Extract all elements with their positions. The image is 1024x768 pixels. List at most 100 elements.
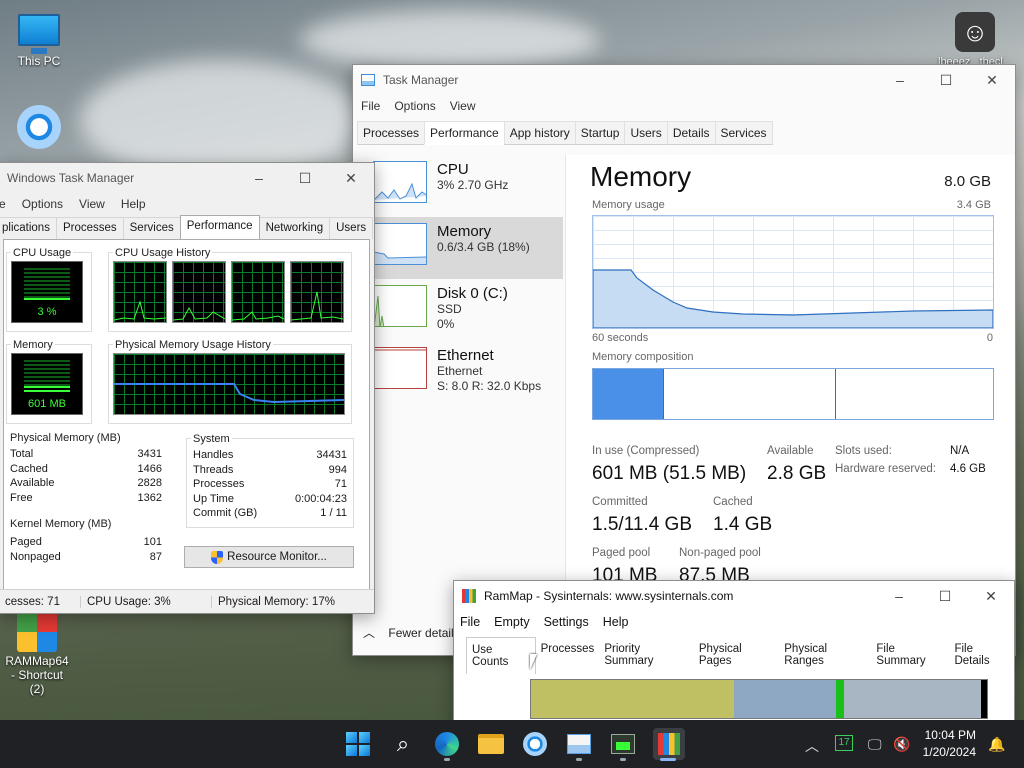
- minimize-button[interactable]: –: [876, 581, 922, 611]
- perf-item-ethernet[interactable]: Ethernet Ethernet S: 8.0 R: 32.0 Kbps: [353, 341, 563, 403]
- memory-heading: Memory: [590, 161, 692, 192]
- tab-details[interactable]: Details: [666, 121, 716, 145]
- tab-use-counts[interactable]: Use Counts: [466, 637, 536, 674]
- clock[interactable]: 10:04 PM 1/20/2024: [923, 727, 976, 761]
- committed-label: Committed: [592, 496, 648, 508]
- tab-file-details[interactable]: File Details: [949, 637, 1014, 674]
- kv-row: Processes 71: [193, 478, 347, 491]
- desktop-icon-this-pc[interactable]: This PC: [4, 8, 74, 68]
- desktop-icon-rammap[interactable]: RAMMap64 - Shortcut (2): [2, 612, 72, 696]
- menu-view[interactable]: View: [79, 197, 105, 211]
- tab-users[interactable]: Users: [624, 121, 668, 145]
- committed-value: 1.5/11.4 GB: [592, 514, 692, 535]
- menu-empty[interactable]: Empty: [494, 615, 529, 629]
- close-button[interactable]: ✕: [968, 581, 1014, 611]
- menu-view[interactable]: View: [450, 99, 476, 113]
- nonpaged-pool-label: Non-paged pool: [679, 547, 761, 559]
- window-title: Windows Task Manager: [7, 171, 135, 185]
- tab-users[interactable]: Users: [329, 217, 374, 239]
- menu-help[interactable]: Help: [121, 197, 146, 211]
- rammap-window: RamMap - Sysinternals: www.sysinternals.…: [453, 580, 1015, 730]
- perf-item-memory[interactable]: Memory 0.6/3.4 GB (18%): [353, 217, 563, 279]
- bar-segment: [531, 680, 735, 718]
- volume-muted-icon[interactable]: 🔇: [893, 736, 910, 753]
- rammap-taskbar-icon[interactable]: [653, 728, 685, 760]
- bar-segment: [981, 680, 987, 718]
- clock-date: 1/20/2024: [922, 745, 976, 759]
- perf-item-cpu[interactable]: CPU 3% 2.70 GHz: [353, 155, 563, 217]
- perf-item-detail: 3% 2.70 GHz: [437, 178, 509, 192]
- minimize-button[interactable]: –: [236, 163, 282, 193]
- tab-processes[interactable]: Processes: [357, 121, 426, 145]
- tab-physical-ranges[interactable]: Physical Ranges: [779, 637, 871, 674]
- title-bar[interactable]: RamMap - Sysinternals: www.sysinternals.…: [454, 581, 1014, 611]
- windows-logo-icon: [346, 732, 370, 756]
- close-button[interactable]: ✕: [969, 65, 1015, 95]
- tab-priority-summary[interactable]: Priority Summary: [599, 637, 694, 674]
- chevron-up-icon[interactable]: ︿: [805, 736, 819, 756]
- menu-help[interactable]: Help: [603, 615, 629, 629]
- system-group: System Handles 34431 Threads 994 Processes…: [186, 433, 354, 528]
- menu-file[interactable]: File: [361, 99, 380, 113]
- performance-sidebar: CPU 3% 2.70 GHz Memory 0.6/3.4 GB (18%) …: [353, 155, 563, 615]
- user-account-icon[interactable]: ☺: [955, 12, 995, 52]
- kv-row: Commit (GB) 1 / 11: [193, 507, 347, 520]
- file-explorer-icon[interactable]: [477, 730, 505, 758]
- menu-bar: e Options View Help: [0, 193, 374, 215]
- memory-composition-bar: [592, 368, 994, 420]
- menu-settings[interactable]: Settings: [544, 615, 589, 629]
- menu-options[interactable]: Options: [394, 99, 435, 113]
- kv-row: Available 2828: [10, 477, 162, 490]
- menu-file[interactable]: File: [460, 615, 480, 629]
- tab-physical-pages[interactable]: Physical Pages: [694, 637, 779, 674]
- desktop-icon-chrome[interactable]: [4, 105, 74, 151]
- task-manager-taskbar-icon[interactable]: [565, 730, 593, 758]
- notification-bell-icon[interactable]: 🔔: [988, 736, 1005, 753]
- tab-file-summary[interactable]: File Summary: [871, 637, 949, 674]
- edge-icon[interactable]: [433, 730, 461, 758]
- tray-app-icon[interactable]: 17: [835, 735, 853, 751]
- close-button[interactable]: ✕: [328, 163, 374, 193]
- tab-applications[interactable]: plications: [0, 217, 57, 239]
- bar-segment: [835, 680, 844, 718]
- menu-file[interactable]: e: [0, 197, 6, 211]
- maximize-button[interactable]: ☐: [923, 65, 969, 95]
- tab-startup[interactable]: Startup: [574, 121, 626, 145]
- resource-monitor-button[interactable]: Resource Monitor...: [184, 546, 354, 568]
- perf-item-disk[interactable]: Disk 0 (C:) SSD 0%: [353, 279, 563, 341]
- perf-item-name: Disk 0 (C:): [437, 285, 508, 302]
- memory-gauge: 601 MB: [11, 353, 83, 415]
- tab-bar: Processes Performance App history Startu…: [353, 121, 1015, 145]
- network-icon[interactable]: 🖵: [868, 736, 882, 753]
- tab-processes[interactable]: Processes: [55, 217, 124, 239]
- menu-options[interactable]: Options: [22, 197, 63, 211]
- tab-services[interactable]: Services: [714, 121, 773, 145]
- kernel-memory-table: Paged 101 Nonpaged 87: [10, 536, 162, 565]
- chrome-icon: [17, 105, 61, 149]
- maximize-button[interactable]: ☐: [922, 581, 968, 611]
- task-manager-icon: [361, 74, 375, 86]
- system-table: Handles 34431 Threads 994 Processes 71 Up T…: [193, 449, 347, 522]
- fewer-details-button[interactable]: ︿ Fewer details: [363, 624, 460, 641]
- minimize-button[interactable]: –: [877, 65, 923, 95]
- maximize-button[interactable]: ☐: [282, 163, 328, 193]
- tab-performance[interactable]: Performance: [179, 215, 260, 239]
- performance-panel: CPU Usage 3 % CPU Usage History Memory 6…: [3, 239, 370, 613]
- memory-usage-graph: [592, 215, 994, 329]
- tab-networking[interactable]: Networking: [258, 217, 331, 239]
- tab-bar: plications Processes Services Performanc…: [0, 215, 374, 239]
- tab-app-history[interactable]: App history: [503, 121, 576, 145]
- cpu-history-graph: [290, 261, 344, 323]
- tab-services[interactable]: Services: [122, 217, 181, 239]
- fewer-details-label: Fewer details: [388, 626, 460, 640]
- tab-performance[interactable]: Performance: [424, 121, 505, 145]
- chrome-taskbar-icon[interactable]: [521, 730, 549, 758]
- search-icon[interactable]: ⌕: [389, 730, 417, 758]
- start-button[interactable]: [344, 730, 372, 758]
- title-bar[interactable]: Task Manager – ☐ ✕: [353, 65, 1015, 95]
- memory-label: Memory: [11, 339, 55, 351]
- old-task-manager-taskbar-icon[interactable]: [609, 730, 637, 758]
- running-indicator: [620, 758, 626, 761]
- title-bar[interactable]: Windows Task Manager – ☐ ✕: [0, 163, 374, 193]
- tab-processes[interactable]: Processes: [536, 637, 600, 674]
